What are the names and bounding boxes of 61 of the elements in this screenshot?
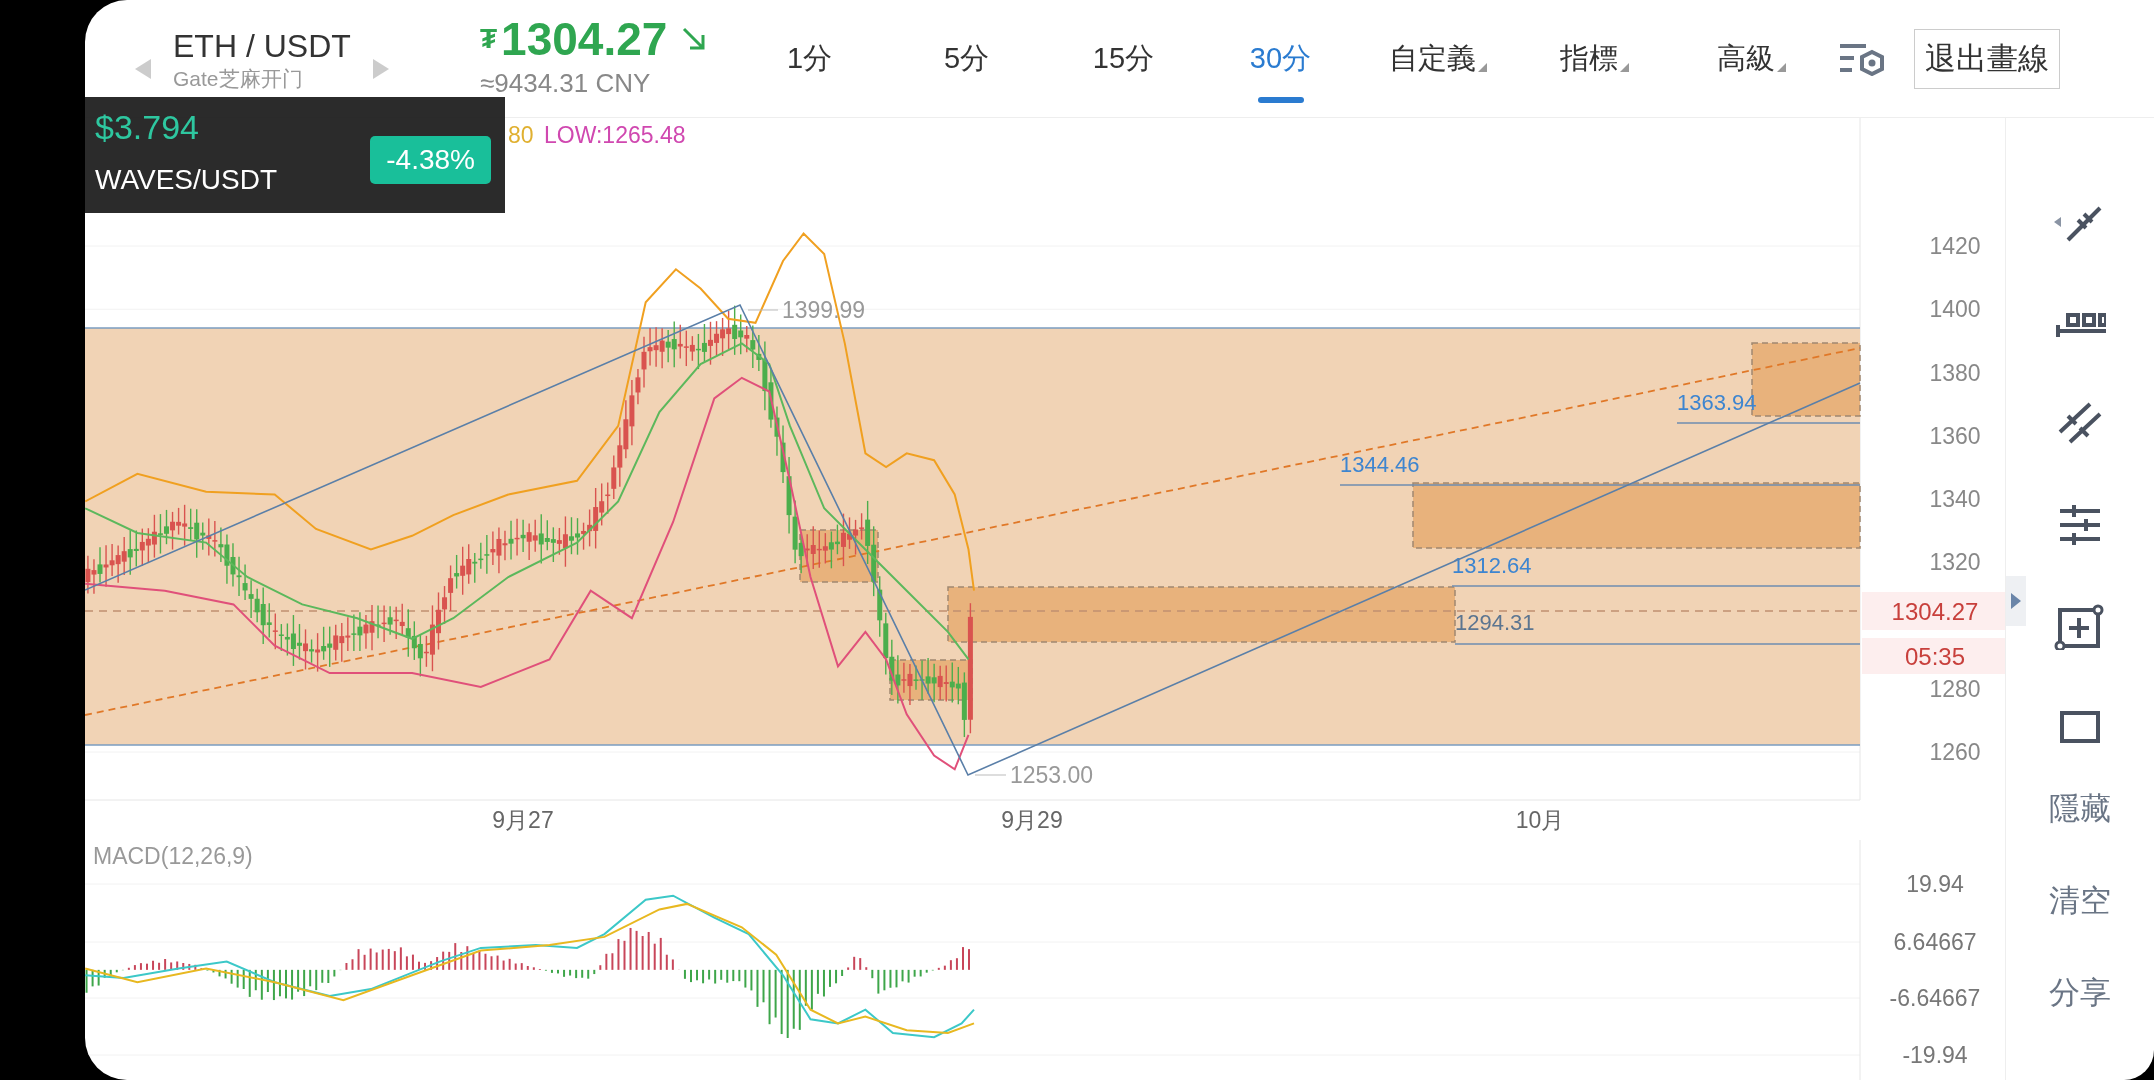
leader-line [747, 309, 779, 311]
price-axis-label: 1380 [1929, 359, 1981, 386]
next-arrow-icon[interactable] [372, 58, 389, 79]
caret-icon [2011, 593, 2021, 609]
level-price-label: 1312.64 [1452, 553, 1532, 578]
level-price-label: 1344.46 [1340, 452, 1420, 477]
zone-box[interactable] [947, 586, 1456, 643]
exchange-name: Gate芝麻开门 [173, 65, 304, 92]
current-price-label: 1304.27 [1891, 598, 1979, 625]
interval-tab[interactable]: 30分 [1202, 0, 1359, 117]
toolbar-action[interactable]: 分享 [2049, 973, 2111, 1013]
dropdown-menu[interactable]: 高級 [1673, 0, 1830, 117]
ticker-popup[interactable]: $3.794 -4.38% WAVES/USDT [85, 97, 505, 213]
interval-tab[interactable]: 1分 [731, 0, 888, 117]
candle-countdown: 05:35 [1904, 643, 1966, 670]
level-price-label: 1363.94 [1677, 390, 1757, 415]
exit-drawing-button[interactable]: 退出畫線 [1914, 28, 2060, 89]
indicator-legend: LOW:1265.48 [544, 122, 686, 148]
cny-price: ≈9434.31 CNY [480, 68, 652, 99]
settings-icon[interactable] [1840, 41, 1886, 76]
dropdown-menu[interactable]: 指標 [1516, 0, 1673, 117]
price-axis-label: 1400 [1929, 296, 1981, 323]
dropdown-menu[interactable]: 自定義 [1359, 0, 1516, 117]
level-line[interactable] [1339, 484, 1861, 486]
currency-sign: ₮ [480, 23, 498, 55]
rectangle-add-icon[interactable] [2054, 602, 2106, 650]
interval-tab[interactable]: 15分 [1045, 0, 1202, 117]
macd-axis-label: 19.94 [1906, 871, 1964, 897]
ticker-pair: WAVES/USDT [95, 163, 278, 197]
price-axis-label: 1420 [1929, 233, 1981, 259]
time-axis-label: 9月27 [492, 807, 554, 833]
interval-tab[interactable]: 5分 [888, 0, 1045, 117]
zone-box[interactable] [1412, 482, 1861, 549]
price-axis-label: 1360 [1929, 422, 1981, 449]
indicator-title: MACD(12,26,9) [93, 843, 253, 869]
corner-caret-icon [1777, 63, 1786, 72]
down-arrow-icon [681, 26, 708, 52]
toolbar-action[interactable]: 隱藏 [2049, 789, 2111, 829]
time-axis-label: 10月 [1515, 807, 1565, 833]
indicator-legend: 80 [508, 122, 534, 148]
level-line[interactable] [1676, 422, 1861, 424]
price-axis-label: 1320 [1929, 549, 1981, 576]
previous-arrow-icon[interactable] [135, 58, 151, 79]
leader-line [974, 774, 1007, 776]
toolbar-action[interactable]: 清空 [2049, 881, 2111, 921]
trading-pair: ETH / USDT [173, 26, 351, 66]
ticker-price: $3.794 [95, 107, 200, 148]
price-axis-label: 1260 [1929, 739, 1981, 765]
collapse-handle[interactable] [2006, 576, 2026, 626]
macd-axis-label: -19.94 [1902, 1042, 1968, 1068]
last-price: 1304.27 [501, 14, 668, 64]
low-price-label: 1253.00 [1010, 762, 1094, 788]
price-axis-label: 1340 [1929, 486, 1981, 512]
time-axis-label: 9月29 [1001, 807, 1063, 833]
corner-caret-icon [1620, 63, 1629, 72]
corner-caret-icon [1477, 63, 1487, 72]
level-price-label: 1294.31 [1455, 610, 1535, 635]
macd-axis-label: -6.64667 [1889, 985, 1981, 1011]
macd-axis-label: 6.64667 [1893, 929, 1977, 955]
change-badge: -4.38% [370, 136, 491, 184]
price-axis-label: 1280 [1929, 675, 1981, 702]
